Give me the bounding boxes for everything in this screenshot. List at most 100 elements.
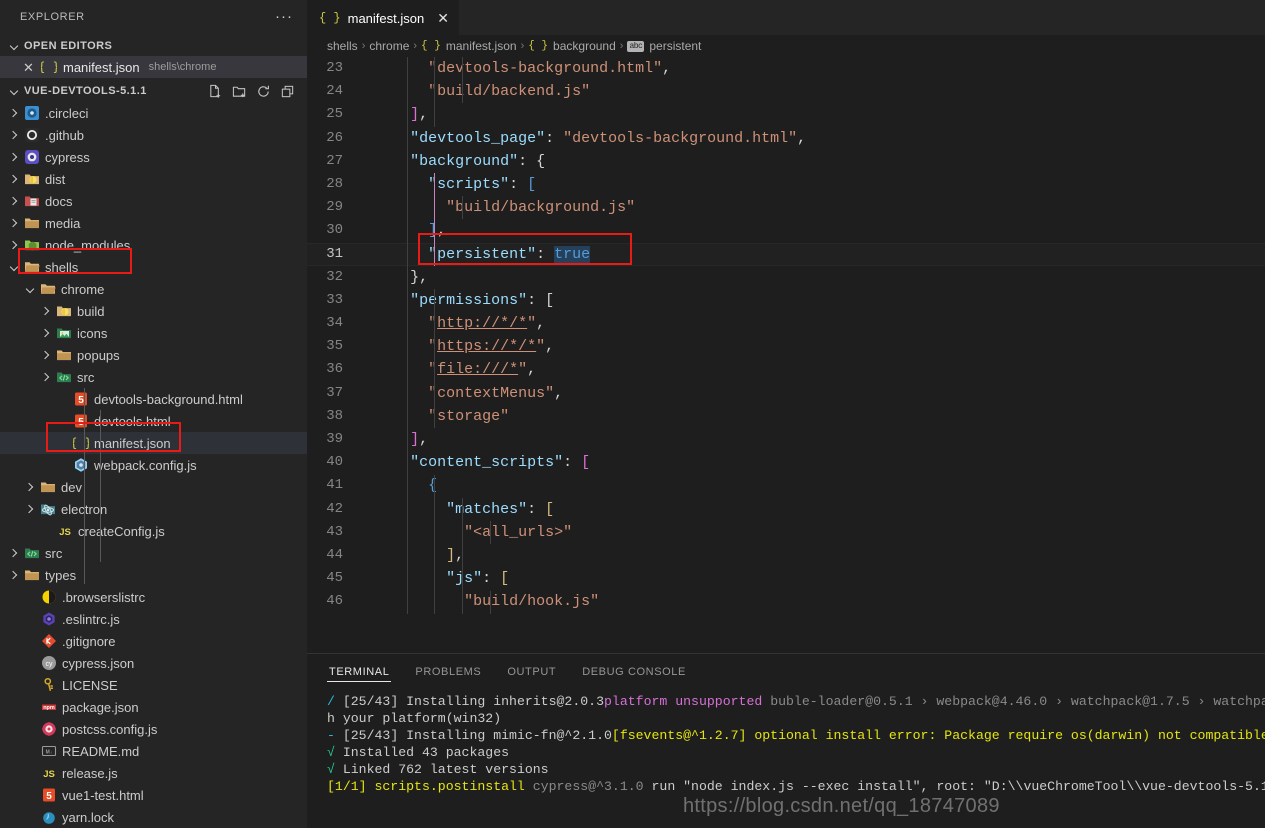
open-editor-item-manifest-json[interactable]: ✕ { } manifest.json shells\chrome xyxy=(0,56,307,79)
tree-item-electron[interactable]: electron xyxy=(0,498,307,520)
breadcrumb-item-background[interactable]: { } background xyxy=(528,39,616,53)
tree-item-package-json[interactable]: npm package.json xyxy=(0,696,307,718)
tree-item-label: postcss.config.js xyxy=(62,721,158,737)
code-indent-guide xyxy=(490,590,491,614)
panel-tab-problems[interactable]: PROBLEMS xyxy=(413,654,483,689)
open-editors-section-header[interactable]: OPEN EDITORS xyxy=(0,35,307,57)
tree-item-build[interactable]: build xyxy=(0,300,307,322)
tree-item-chrome[interactable]: chrome xyxy=(0,278,307,300)
code-indent-guide xyxy=(434,358,435,382)
tree-item-dist[interactable]: dist xyxy=(0,168,307,190)
tree-item-icons[interactable]: icons xyxy=(0,322,307,344)
refresh-icon[interactable] xyxy=(256,84,271,99)
tree-item--gitignore[interactable]: .gitignore xyxy=(0,630,307,652)
breadcrumb-item-manifest-json[interactable]: { } manifest.json xyxy=(421,39,517,53)
tree-item-dev[interactable]: dev xyxy=(0,476,307,498)
terminal-line: - [25/43] Installing mimic-fn@^2.1.0[fse… xyxy=(327,728,1265,743)
new-file-icon[interactable] xyxy=(208,84,223,99)
line-text: "background": { xyxy=(410,152,546,170)
tree-item-vue1-test-html[interactable]: 5 vue1-test.html xyxy=(0,784,307,806)
tree-item-postcss-config-js[interactable]: postcss.config.js xyxy=(0,718,307,740)
tree-item-license[interactable]: LICENSE xyxy=(0,674,307,696)
tree-item-src[interactable]: src xyxy=(0,542,307,564)
panel-tab-output[interactable]: OUTPUT xyxy=(505,654,558,689)
code-indent-guide xyxy=(434,196,435,220)
line-number: 41 xyxy=(326,477,343,494)
tree-item-webpack-config-js[interactable]: webpack.config.js xyxy=(0,454,307,476)
line-number: 44 xyxy=(326,546,343,563)
open-editor-name: manifest.json xyxy=(63,59,140,75)
panel-tab-terminal[interactable]: TERMINAL xyxy=(327,654,392,689)
collapse-all-icon[interactable] xyxy=(280,84,295,99)
tree-item-label: build xyxy=(77,303,105,319)
tree-item-manifest-json[interactable]: { } manifest.json xyxy=(0,432,307,454)
code-indent-guide xyxy=(434,289,435,313)
tree-item-createconfig-js[interactable]: JS createConfig.js xyxy=(0,520,307,542)
panel-tab-debug-console[interactable]: DEBUG CONSOLE xyxy=(580,654,688,689)
code-editor[interactable]: 23 "devtools-background.html", 24 "build/… xyxy=(307,57,1265,653)
line-number: 40 xyxy=(326,454,343,471)
tree-item-label: cypress.json xyxy=(62,655,135,671)
code-line-36: 36 "file:///*", xyxy=(307,358,1265,381)
tree-item-shells[interactable]: shells xyxy=(0,256,307,278)
code-indent-guide xyxy=(407,196,408,220)
tree-item-yarn-lock[interactable]: yarn.lock xyxy=(0,806,307,828)
chevron-right-icon xyxy=(24,481,36,493)
tree-item-label: LICENSE xyxy=(62,677,118,693)
code-indent-guide xyxy=(434,312,435,336)
breadcrumb-item-shells[interactable]: shells xyxy=(327,39,358,53)
node-folder-icon xyxy=(24,237,40,253)
tree-item-types[interactable]: types xyxy=(0,564,307,586)
breadcrumb-item-persistent[interactable]: abc persistent xyxy=(627,39,701,53)
tree-item-readme-md[interactable]: M↓ README.md xyxy=(0,740,307,762)
tree-item-label: createConfig.js xyxy=(78,523,165,539)
tree-item--browserslistrc[interactable]: .browserslistrc xyxy=(0,586,307,608)
tree-item--github[interactable]: .github xyxy=(0,124,307,146)
terminal-output[interactable]: / [25/43] Installing inherits@2.0.3platf… xyxy=(307,689,1265,828)
code-indent-guide xyxy=(407,80,408,104)
tree-item-media[interactable]: media xyxy=(0,212,307,234)
breadcrumb-separator: › xyxy=(619,40,624,52)
folder-open-icon xyxy=(40,281,56,297)
svg-text:M↓: M↓ xyxy=(46,750,53,756)
line-number: 34 xyxy=(326,315,343,332)
terminal-line: √ Installed 43 packages xyxy=(327,745,510,760)
cypress-file-icon: cy xyxy=(41,655,57,671)
line-text: "file:///*", xyxy=(428,361,537,379)
explorer-actions xyxy=(208,84,307,99)
chevron-right-icon xyxy=(8,239,20,251)
tree-item-cypress-json[interactable]: cy cypress.json xyxy=(0,652,307,674)
tab-manifest-json[interactable]: { } manifest.json ✕ xyxy=(307,0,459,35)
chevron-down-icon xyxy=(24,283,36,295)
explorer-more-actions-icon[interactable]: ··· xyxy=(275,9,293,24)
line-text: }, xyxy=(410,268,429,286)
svg-text:{ }: { } xyxy=(73,436,89,450)
tree-item-devtools-html[interactable]: 5 devtools.html xyxy=(0,410,307,432)
code-indent-guide xyxy=(407,57,408,81)
tree-item-release-js[interactable]: JS release.js xyxy=(0,762,307,784)
code-indent-guide xyxy=(407,451,408,475)
terminal-line: h your platform(win32) xyxy=(327,711,502,726)
breadcrumb-label: shells xyxy=(327,39,358,53)
project-root-header[interactable]: VUE-DEVTOOLS-5.1.1 xyxy=(0,80,307,102)
breadcrumb-item-chrome[interactable]: chrome xyxy=(369,39,409,53)
tree-item-label: src xyxy=(45,545,63,561)
close-icon[interactable]: ✕ xyxy=(22,61,35,74)
new-folder-icon[interactable] xyxy=(232,84,247,99)
close-icon[interactable]: ✕ xyxy=(437,11,449,25)
code-indent-guide xyxy=(407,312,408,336)
tree-item-node-modules[interactable]: node_modules xyxy=(0,234,307,256)
tree-item--eslintrc-js[interactable]: .eslintrc.js xyxy=(0,608,307,630)
tree-item-popups[interactable]: popups xyxy=(0,344,307,366)
tree-item-devtools-background-html[interactable]: 5 devtools-background.html xyxy=(0,388,307,410)
code-indent-guide xyxy=(407,173,408,197)
line-text: "https://*/*", xyxy=(428,338,555,356)
folder-icon xyxy=(56,347,72,363)
code-indent-guide xyxy=(462,590,463,614)
tree-item-cypress[interactable]: cypress xyxy=(0,146,307,168)
docs-folder-icon xyxy=(24,193,40,209)
tree-item-src[interactable]: src xyxy=(0,366,307,388)
tree-item--circleci[interactable]: .circleci xyxy=(0,102,307,124)
tree-item-docs[interactable]: docs xyxy=(0,190,307,212)
breadcrumb-separator: › xyxy=(413,40,418,52)
